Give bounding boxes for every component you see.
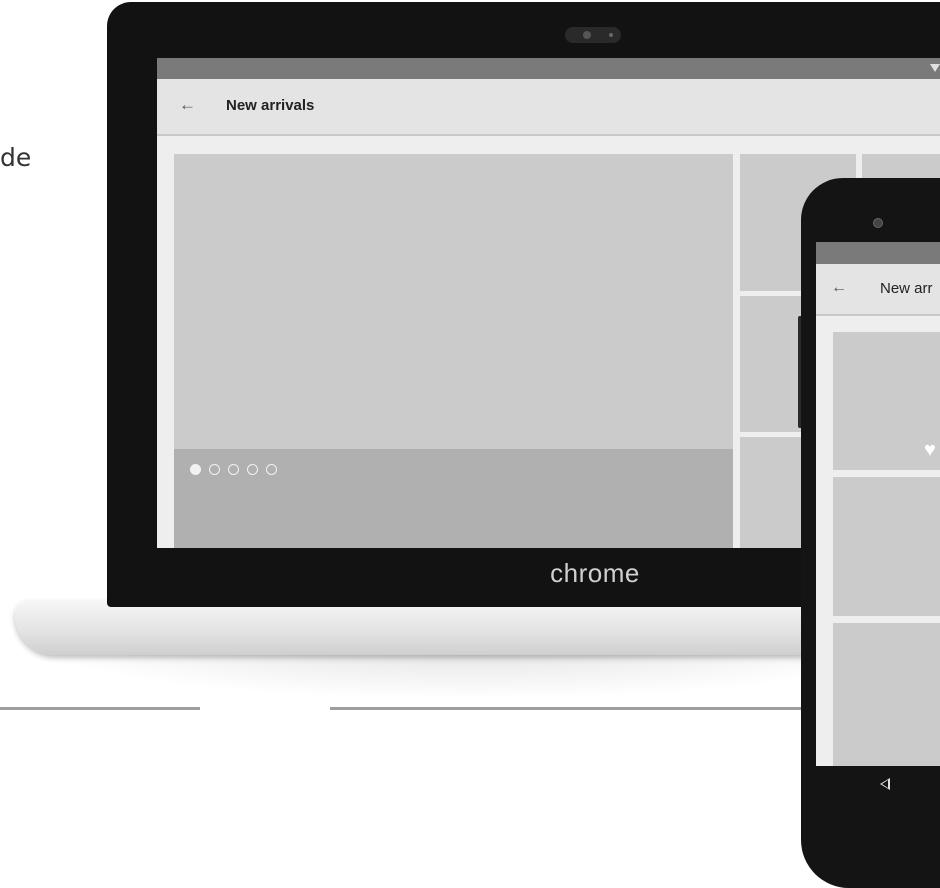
phone-nav-bar	[816, 766, 940, 806]
carousel-dot[interactable]	[247, 464, 258, 475]
phone-status-bar	[816, 242, 940, 264]
phone-grid-tile[interactable]: ♥	[833, 332, 940, 470]
status-bar	[157, 58, 940, 79]
app-toolbar: ← New arrivals	[157, 79, 940, 136]
phone-grid-tile[interactable]	[833, 623, 940, 766]
divider-right	[330, 707, 810, 710]
phone-camera	[873, 218, 883, 228]
carousel-dot[interactable]	[190, 464, 201, 475]
partial-side-text: de	[0, 143, 32, 172]
page-title: New arrivals	[226, 97, 315, 114]
divider-left	[0, 707, 200, 710]
arrow-left-icon[interactable]: ←	[831, 278, 847, 298]
carousel-caption	[174, 449, 733, 548]
heart-icon[interactable]: ♥	[924, 440, 936, 460]
arrow-left-icon[interactable]: ←	[179, 95, 199, 115]
webcam-lens	[583, 31, 591, 39]
chrome-brand-label: chrome	[550, 558, 640, 588]
nav-back-triangle-icon[interactable]	[880, 778, 890, 790]
hero-carousel[interactable]	[174, 154, 733, 548]
carousel-dot[interactable]	[266, 464, 277, 475]
phone-page-title: New arr	[880, 280, 933, 297]
webcam-indicator	[609, 33, 613, 37]
laptop-webcam	[565, 27, 621, 43]
signal-icon	[930, 64, 940, 72]
phone-grid-tile[interactable]	[833, 477, 940, 616]
carousel-dot[interactable]	[228, 464, 239, 475]
carousel-dot[interactable]	[209, 464, 220, 475]
phone-screen: ← New arr ♥	[816, 242, 940, 766]
phone-app-toolbar: ← New arr	[816, 264, 940, 316]
carousel-pagination	[190, 462, 285, 480]
